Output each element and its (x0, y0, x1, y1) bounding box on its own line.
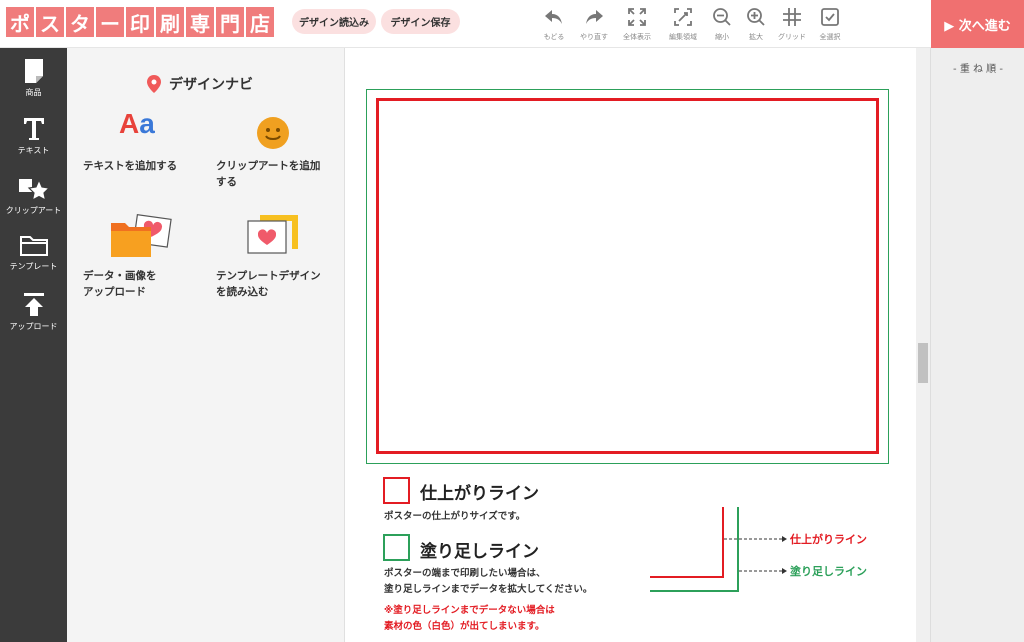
sidebar-item-clipart[interactable]: クリップアート (0, 176, 67, 216)
grid-label: グリッド (778, 33, 806, 41)
header: ポ ス タ ー 印 刷 専 門 店 デザイン読込み デザイン保存 もどる やり直… (0, 0, 1024, 48)
add-clipart-item[interactable]: クリップアートを追加 する (216, 114, 341, 194)
logo-char: 専 (186, 7, 214, 37)
bleed-legend-swatch (383, 534, 410, 561)
line-diagram (650, 507, 787, 592)
text-icon (23, 118, 44, 140)
sidebar-item-label: アップロード (9, 322, 58, 331)
redo-label: やり直す (580, 33, 608, 41)
logo-char: ス (36, 7, 64, 37)
layer-order-title: - 重 ね 順 - (953, 64, 1003, 75)
bleed-warning-2: 素材の色（白色）が出てしまいます。 (384, 621, 545, 632)
folder-photo-icon (109, 213, 173, 264)
fit-view-label: 全体表示 (623, 33, 651, 41)
navi-title: デザインナビ (147, 74, 253, 94)
zoom-out-icon (711, 6, 733, 28)
sidebar-item-label: テンプレート (9, 262, 58, 271)
sidebar-item-template[interactable]: テンプレート (0, 234, 67, 272)
sidebar-item-product[interactable]: 商品 (0, 58, 67, 98)
design-save-button[interactable]: デザイン保存 (381, 9, 460, 34)
trim-line-frame[interactable] (376, 98, 879, 454)
canvas-scrollbar[interactable] (916, 48, 930, 642)
sidebar-item-upload[interactable]: アップロード (0, 292, 67, 332)
undo-icon (543, 6, 565, 28)
add-text-item[interactable]: Aa テキストを追加する (83, 108, 203, 194)
next-step-button[interactable]: ▶ 次へ進む (931, 0, 1024, 48)
redo-icon (583, 6, 605, 28)
bleed-legend-title: 塗り足しライン (420, 542, 539, 562)
logo-char: 門 (216, 7, 244, 37)
logo-char: 印 (126, 7, 154, 37)
logo-char: 刷 (156, 7, 184, 37)
logo-char: タ (66, 7, 94, 37)
upload-data-item[interactable]: データ・画像を アップロード (83, 213, 208, 303)
design-navi-panel: デザインナビ Aa テキストを追加する クリップアートを追加 する データ・画像… (67, 48, 345, 642)
edit-area-icon (672, 6, 694, 28)
add-clipart-label-2: する (216, 176, 237, 188)
layer-order-panel: - 重 ね 順 - (930, 48, 1024, 642)
smiley-icon (256, 116, 290, 155)
add-text-label: テキストを追加する (83, 160, 178, 172)
upload-icon (23, 293, 44, 316)
undo-button[interactable]: もどる (533, 4, 575, 44)
sidebar-item-label: テキスト (17, 146, 50, 155)
location-pin-icon (147, 75, 161, 93)
grid-icon (781, 6, 803, 28)
undo-label: もどる (543, 33, 565, 41)
select-all-button[interactable]: 全選択 (809, 4, 851, 44)
site-logo[interactable]: ポ ス タ ー 印 刷 専 門 店 (6, 7, 274, 37)
redo-button[interactable]: やり直す (573, 4, 615, 44)
select-all-label: 全選択 (819, 33, 841, 41)
scrollbar-thumb[interactable] (918, 343, 928, 383)
zoom-out-label: 縮小 (715, 33, 729, 41)
diagram-trim-label: 仕上がりライン (790, 533, 867, 546)
zoom-in-icon (745, 6, 767, 28)
upload-data-label-2: アップロード (83, 286, 146, 298)
sidebar-item-label: 商品 (25, 88, 42, 97)
sidebar-item-label: クリップアート (5, 206, 62, 215)
product-icon (24, 59, 43, 83)
zoom-in-label: 拡大 (749, 33, 763, 41)
grid-button[interactable]: グリッド (771, 4, 813, 44)
select-all-icon (819, 6, 841, 28)
add-clipart-label-1: クリップアートを追加 (216, 160, 321, 172)
diagram-bleed-label: 塗り足しライン (790, 565, 867, 578)
trim-legend-swatch (383, 477, 410, 504)
text-aa-icon: Aa (119, 108, 155, 139)
trim-legend-desc: ポスターの仕上がりサイズです。 (384, 511, 526, 522)
bleed-legend-desc-1: ポスターの端まで印刷したい場合は、 (384, 568, 546, 579)
upload-data-label-1: データ・画像を (83, 270, 157, 282)
logo-char: 店 (246, 7, 274, 37)
template-image-icon (246, 213, 300, 262)
template-folder-icon (19, 236, 48, 256)
sidebar: 商品 テキスト クリップアート テンプレート アップロード (0, 48, 67, 642)
edit-area-button[interactable]: 編集領域 (662, 4, 704, 44)
fit-view-icon (626, 6, 648, 28)
clipart-icon (18, 178, 50, 202)
design-load-button[interactable]: デザイン読込み (292, 9, 376, 34)
bleed-warning-1: ※塗り足しラインまでデータない場合は (384, 605, 555, 616)
logo-char: ポ (6, 7, 34, 37)
bleed-legend-desc-2: 塗り足しラインまでデータを拡大してください。 (384, 584, 593, 595)
fit-view-button[interactable]: 全体表示 (616, 4, 658, 44)
trim-legend-title: 仕上がりライン (420, 484, 539, 504)
load-template-item[interactable]: テンプレートデザイン を読み込む (216, 213, 341, 303)
edit-area-label: 編集領域 (669, 33, 697, 41)
load-template-label-1: テンプレートデザイン (216, 270, 321, 282)
sidebar-item-text[interactable]: テキスト (0, 116, 67, 156)
load-template-label-2: を読み込む (216, 286, 269, 298)
navi-title-text: デザインナビ (169, 77, 253, 93)
logo-char: ー (96, 7, 124, 37)
